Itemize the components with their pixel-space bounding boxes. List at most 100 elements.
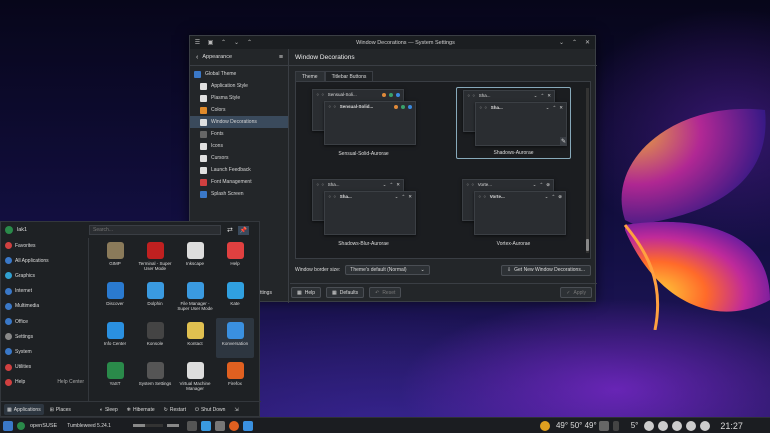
- keep-above-icon[interactable]: ⌃: [220, 39, 227, 46]
- weather-app-icon[interactable]: [539, 420, 550, 431]
- defaults-button[interactable]: ▦ Defaults: [326, 287, 365, 298]
- sidebar-item-splash-screen[interactable]: Splash Screen: [190, 188, 288, 200]
- app-konversation[interactable]: Konversation: [216, 318, 254, 358]
- volume-icon[interactable]: [672, 420, 683, 431]
- sidebar-item-global-theme[interactable]: Global Theme: [190, 68, 288, 80]
- firefox-task-icon[interactable]: [228, 420, 239, 431]
- category-icon: [5, 242, 12, 250]
- app-terminal-super-user-mode[interactable]: Terminal - Super User Mode: [136, 238, 174, 278]
- decoration-preview-1[interactable]: ⁘ ⁘ Sensual-Soli... ⁘ ⁘ Sensual-Solid... Sen…: [306, 87, 421, 159]
- grid-scrollbar[interactable]: [586, 88, 589, 253]
- category-internet[interactable]: Internet: [1, 284, 88, 299]
- app-kontact[interactable]: Kontact: [176, 318, 214, 358]
- settings-task-icon[interactable]: [214, 420, 225, 431]
- get-new-decorations-button[interactable]: ⇩ Get New Window Decorations...: [500, 264, 591, 276]
- back-appearance-label[interactable]: Appearance: [202, 54, 232, 60]
- sidebar-item-window-decorations[interactable]: Window Decorations: [190, 116, 288, 128]
- sidebar-item-application-style[interactable]: Application Style: [190, 80, 288, 92]
- clipboard-icon[interactable]: [658, 420, 669, 431]
- close-button[interactable]: ✕: [584, 39, 591, 46]
- category-system[interactable]: System: [1, 344, 88, 359]
- category-office[interactable]: Office: [1, 314, 88, 329]
- decoration-preview-4[interactable]: ⁘ ⁘ Vorte... ⌄ ⌃ ⊗ ⁘ ⁘ Vorte... ⌄ ⌃ ⊗ Vortex-Auror…: [456, 177, 571, 249]
- tab-theme[interactable]: Theme: [295, 71, 325, 81]
- apply-button[interactable]: ✓ Apply: [560, 287, 592, 298]
- app-icon: [146, 282, 164, 299]
- app-label: Kate: [230, 301, 240, 306]
- sidebar-item-launch-feedback[interactable]: Launch Feedback: [190, 164, 288, 176]
- app-virtual-machine-manager[interactable]: Virtual Machine Manager: [176, 358, 214, 398]
- app-firefox[interactable]: Firefox: [216, 358, 254, 398]
- pin-launcher-icon[interactable]: 📌: [237, 225, 250, 235]
- sidebar-item-icons[interactable]: Icons: [190, 140, 288, 152]
- app-label: Konsole: [146, 341, 164, 346]
- app-kate[interactable]: Kate: [216, 278, 254, 318]
- shutdown-button[interactable]: ⏻ Shut Down: [192, 404, 228, 415]
- notifications-icon[interactable]: [700, 420, 711, 431]
- hibernate-button[interactable]: ❄ Hibernate: [124, 404, 158, 415]
- reset-button[interactable]: ↶ Reset: [369, 287, 402, 298]
- weather-label[interactable]: 5°: [631, 421, 639, 430]
- sidebar-item-colors[interactable]: Colors: [190, 104, 288, 116]
- applications-tab[interactable]: ▦ Applications: [4, 404, 44, 415]
- sidebar-item-font-management[interactable]: Font Management: [190, 176, 288, 188]
- sidebar-item-fonts[interactable]: Fonts: [190, 128, 288, 140]
- app-help[interactable]: Help: [216, 238, 254, 278]
- network-icon[interactable]: [686, 420, 697, 431]
- pin-icon[interactable]: ▣: [207, 39, 214, 46]
- configure-icon[interactable]: ⇄: [227, 226, 233, 234]
- tray-arrow-icon[interactable]: [612, 420, 619, 431]
- category-settings[interactable]: Settings: [1, 329, 88, 344]
- app-yast[interactable]: YaST: [96, 358, 134, 398]
- category-multimedia[interactable]: Multimedia: [1, 299, 88, 314]
- back-arrow-icon[interactable]: ‹: [196, 54, 198, 61]
- hamburger-menu-icon[interactable]: ≡: [279, 54, 283, 61]
- app-discover[interactable]: Discover: [96, 278, 134, 318]
- maximize-button[interactable]: ⌃: [571, 39, 578, 46]
- application-launcher: lak1 ⇄ 📌 Favorites All Applications Graphi…: [0, 221, 261, 417]
- decoration-preview-3[interactable]: ⁘ ⁘ Sha... ⌄ ⌃ ✕ ⁘ ⁘ Sha... ⌄ ⌃ ✕ Shadows-Blur-Aur…: [306, 177, 421, 249]
- restart-button[interactable]: ↻ Restart: [161, 404, 189, 415]
- app-gimp[interactable]: GIMP: [96, 238, 134, 278]
- category-graphics[interactable]: Graphics: [1, 268, 88, 283]
- sidebar-item-cursors[interactable]: Cursors: [190, 152, 288, 164]
- border-size-combo[interactable]: Theme's default (Normal) ⌄: [345, 265, 430, 275]
- tab-titlebar-buttons[interactable]: Titlebar Buttons: [324, 71, 374, 81]
- hdd-icon[interactable]: [598, 420, 609, 431]
- places-tab[interactable]: ⊞ Places: [47, 404, 74, 415]
- window-menu-icon[interactable]: ☰: [194, 39, 201, 46]
- app-dolphin[interactable]: Dolphin: [136, 278, 174, 318]
- app-system-settings[interactable]: System Settings: [136, 358, 174, 398]
- edit-decoration-icon[interactable]: ✎: [559, 137, 567, 146]
- app-info-center[interactable]: Info Center: [96, 318, 134, 358]
- sidebar-item-label: Icons: [211, 143, 223, 149]
- shade-icon[interactable]: ⌃: [246, 39, 253, 46]
- app-konsole[interactable]: Konsole: [136, 318, 174, 358]
- category-utilities[interactable]: Utilities: [1, 360, 88, 375]
- preview-title: Vorte...: [477, 182, 493, 187]
- keep-below-icon[interactable]: ⌄: [233, 39, 240, 46]
- sidebar-item-plasma-style[interactable]: Plasma Style: [190, 92, 288, 104]
- decoration-preview-2[interactable]: ⁘ ⁘ Sha... ⌄ ⌃ ✕ ⁘ ⁘ Sha... ⌄ ⌃ ✕ Shadows-Aurorae ✎: [456, 87, 571, 159]
- desktop-icon[interactable]: [186, 420, 197, 431]
- cloud-icon[interactable]: [644, 420, 655, 431]
- help-button[interactable]: ▦ Help: [291, 287, 322, 298]
- window-titlebar[interactable]: ☰ ▣ ⌃ ⌄ ⌃ Window Decorations — System Se…: [190, 36, 595, 49]
- category-help[interactable]: Help Help Center: [1, 375, 88, 390]
- avatar[interactable]: [5, 226, 13, 234]
- leave-button[interactable]: ⇲: [231, 404, 241, 415]
- preview-title: Sensual-Solid...: [339, 104, 374, 109]
- category-all-applications[interactable]: All Applications: [1, 253, 88, 268]
- category-favorites[interactable]: Favorites: [1, 238, 88, 253]
- launcher-icon[interactable]: [3, 420, 13, 431]
- minimize-button[interactable]: ⌄: [558, 39, 565, 46]
- app-label: Inkscape: [185, 261, 204, 266]
- konversation-task-icon[interactable]: [242, 420, 253, 431]
- app-inkscape[interactable]: Inkscape: [176, 238, 214, 278]
- search-input[interactable]: [89, 225, 221, 235]
- app-file-manager-super-user-mode[interactable]: File Manager - Super User Mode: [176, 278, 214, 318]
- decoration-label: Vortex-Aurorae: [496, 241, 531, 247]
- dolphin-task-icon[interactable]: [200, 420, 211, 431]
- sleep-button[interactable]: ◐ Sleep: [97, 404, 121, 415]
- clock[interactable]: 21:27: [720, 421, 743, 431]
